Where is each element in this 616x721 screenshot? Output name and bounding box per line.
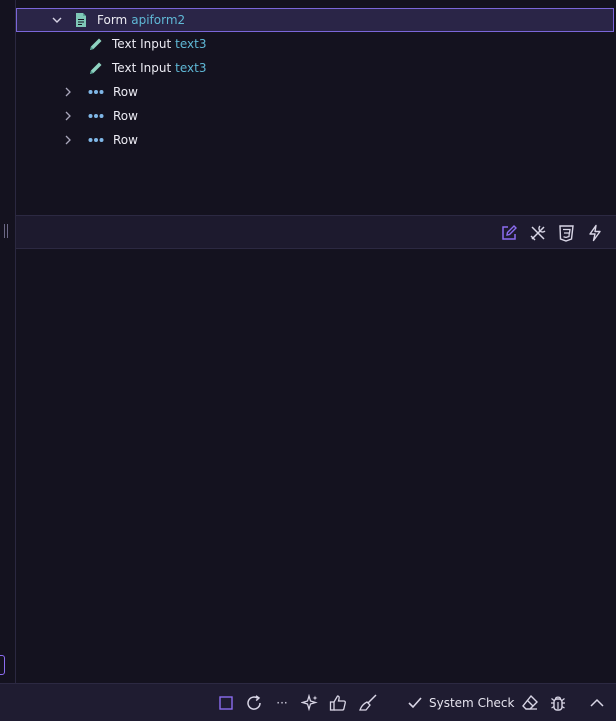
dots-icon (88, 108, 104, 124)
tools-icon[interactable] (527, 222, 549, 244)
checkmark-icon (408, 697, 422, 709)
tree-node-label: Form (97, 13, 128, 27)
bug-icon[interactable] (548, 692, 568, 714)
tree-row-row[interactable]: Row (16, 104, 614, 128)
chevron-up-icon[interactable] (588, 692, 606, 714)
document-icon (73, 12, 89, 28)
tree-node-label: Row (113, 133, 138, 147)
tree-node-id: text3 (175, 37, 207, 51)
edit-icon[interactable] (498, 222, 520, 244)
chevron-down-icon[interactable] (51, 14, 63, 26)
tree-row-text-input[interactable]: Text Input text3 (16, 56, 614, 80)
tree-row-text-input[interactable]: Text Input text3 (16, 32, 614, 56)
tree-row-row[interactable]: Row (16, 128, 614, 152)
tree-node-label: Text Input (112, 37, 172, 51)
chevron-right-icon[interactable] (62, 110, 74, 122)
sparkles-icon[interactable] (300, 692, 320, 714)
chevron-right-icon[interactable] (62, 86, 74, 98)
pencil-icon (88, 36, 104, 52)
tree-row-form[interactable]: Form apiform2 (16, 8, 614, 32)
thumbs-up-icon[interactable] (328, 692, 348, 714)
tree-node-label: Row (113, 85, 138, 99)
dots-icon (88, 84, 104, 100)
properties-toolbar (16, 215, 616, 249)
pencil-icon (88, 60, 104, 76)
tree-node-id: apiform2 (131, 13, 186, 27)
refresh-icon[interactable] (244, 692, 264, 714)
broom-icon[interactable] (357, 692, 379, 714)
tree-node-label: Text Input (112, 61, 172, 75)
left-rail (0, 0, 16, 683)
dots-icon (88, 132, 104, 148)
status-bar: ··· System Check (0, 683, 616, 721)
resize-grip-icon[interactable] (3, 224, 9, 238)
eraser-icon[interactable] (520, 692, 540, 714)
component-tree: Form apiform2 Text Input text3 Text Inpu… (16, 0, 616, 215)
css3-icon[interactable] (555, 222, 577, 244)
system-check-button[interactable]: System Check (407, 692, 514, 714)
more-icon[interactable]: ··· (273, 692, 291, 714)
properties-panel (16, 249, 616, 683)
tree-node-label: Row (113, 109, 138, 123)
lightning-icon[interactable] (584, 222, 606, 244)
chevron-right-icon[interactable] (62, 134, 74, 146)
tree-row-partial (76, 0, 116, 4)
side-tab[interactable] (0, 655, 5, 675)
stop-icon[interactable] (217, 692, 235, 714)
app-window: Form apiform2 Text Input text3 Text Inpu… (0, 0, 616, 721)
tree-node-id: text3 (175, 61, 207, 75)
tree-row-row[interactable]: Row (16, 80, 614, 104)
system-check-label: System Check (429, 696, 515, 710)
